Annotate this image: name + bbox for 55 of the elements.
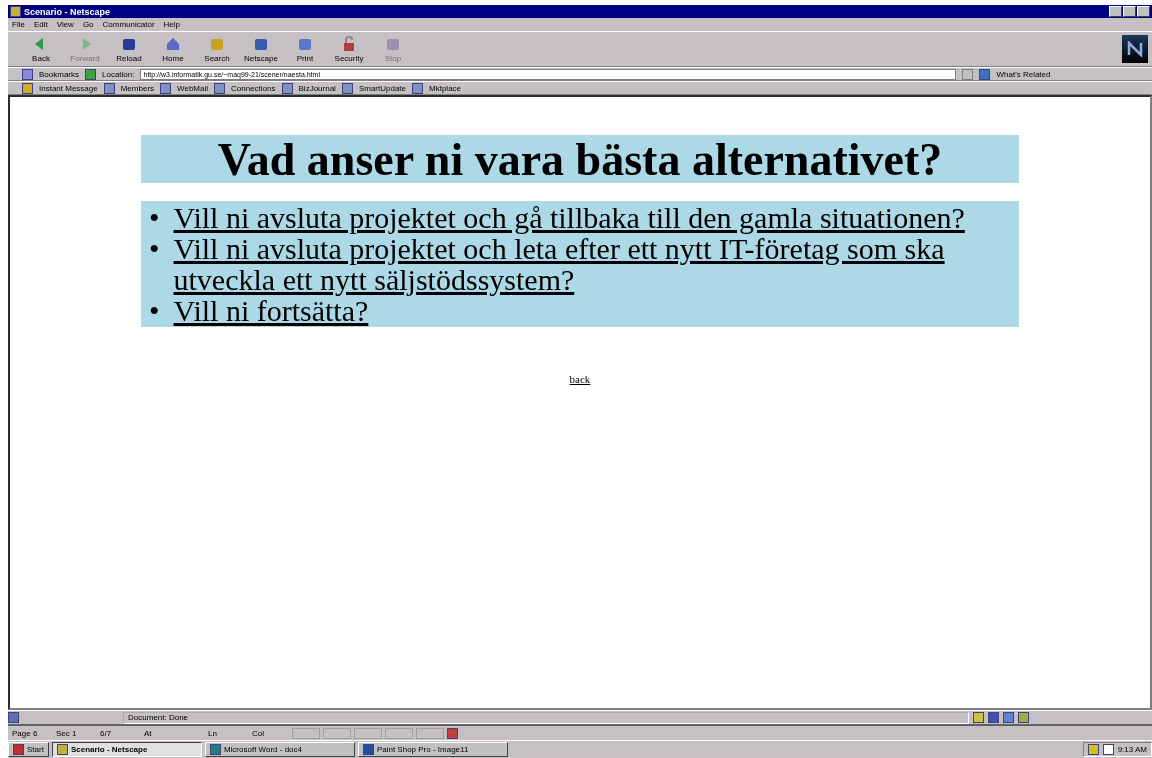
personal-toolbar-link[interactable]: Members [120, 83, 155, 93]
toolbar-button[interactable]: Netscape [242, 35, 280, 63]
option-link[interactable]: Vill ni fortsätta? [173, 295, 369, 326]
status-indicator [292, 727, 320, 739]
taskbar-button[interactable]: Microsoft Word - doc4 [204, 742, 355, 757]
window-title: Scenario - Netscape [24, 6, 111, 17]
taskbar-button[interactable]: Paint Shop Pro - Image11 [357, 742, 508, 757]
personal-toolbar-link[interactable]: Mktplace [429, 83, 462, 93]
menu-item[interactable]: Go [82, 20, 94, 29]
house-icon [165, 35, 181, 52]
related-button[interactable]: What's Related [996, 69, 1051, 79]
personal-toolbar-link[interactable]: WebMail [177, 83, 209, 93]
status-cell-text: Col [251, 728, 265, 738]
personal-toolbar-link[interactable]: Connections [231, 83, 276, 93]
taskbar-button[interactable]: Scenario - Netscape [51, 742, 202, 757]
toolbar-button[interactable]: Security [330, 35, 368, 63]
option-link[interactable]: Vill ni avsluta projektet och gå tillbaka till den gamla situationen? [173, 202, 965, 233]
logo-icon [1122, 35, 1148, 63]
page-heading: Vad anser ni vara bästa alternativet? [141, 135, 1019, 183]
status-cell-text: Page 6 [11, 728, 39, 738]
bullet: • [149, 202, 160, 233]
toolbar-button[interactable]: Search [198, 35, 236, 63]
personal-toolbar-link[interactable]: SmartUpdate [358, 83, 406, 93]
menu-item[interactable]: Help [163, 20, 181, 29]
close-button[interactable] [1137, 6, 1150, 17]
padlock-icon [341, 35, 357, 52]
location-label: Location: [102, 69, 135, 79]
status-indicator [416, 727, 444, 739]
menu-item[interactable]: Communicator [102, 20, 155, 29]
menu-item[interactable]: View [56, 20, 74, 29]
maximize-button[interactable] [1123, 6, 1136, 17]
status-indicator [323, 727, 351, 739]
minimize-button[interactable] [1109, 6, 1122, 17]
start-button[interactable]: Start [8, 742, 49, 757]
menu-item[interactable]: File [12, 20, 25, 29]
status-cell-text: Ln [207, 728, 218, 738]
bullet: • [149, 295, 160, 326]
personal-toolbar-link[interactable]: Instant Message [39, 83, 98, 93]
back-link[interactable]: back [569, 373, 591, 385]
toolbar-button[interactable]: Print [286, 35, 324, 63]
status-cell-text: Sec 1 [55, 728, 78, 738]
status-cell-text: At [143, 728, 153, 738]
status-indicator [354, 727, 382, 739]
clock: 9:13 AM [1117, 745, 1147, 754]
option-link[interactable]: Vill ni avsluta projektet och leta efter ett nytt IT-företag som ska utveckla ett nytt säljstödssystem? [173, 233, 1011, 295]
toolbar-button[interactable]: Reload [110, 35, 148, 63]
personal-toolbar-link[interactable]: BizJournal [298, 83, 336, 93]
bullet: • [149, 233, 160, 267]
status-text: Document: Done [123, 711, 969, 724]
status-indicator [385, 727, 413, 739]
toolbar-button[interactable]: Home [154, 35, 192, 63]
status-cell-text: 6/7 [99, 728, 113, 738]
bookmarks-button[interactable]: Bookmarks [39, 69, 79, 79]
menu-item[interactable]: Edit [33, 20, 48, 29]
toolbar-button[interactable]: Back [22, 35, 60, 63]
